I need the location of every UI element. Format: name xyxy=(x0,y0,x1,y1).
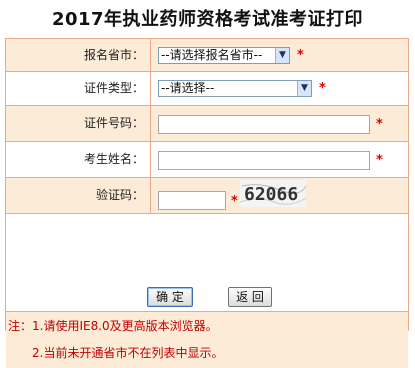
name-label: 考生姓名： xyxy=(6,142,151,177)
page-title: 2017年执业药师资格考试准考证打印 xyxy=(51,9,364,30)
province-row: 报名省市： --请选择报名省市-- ▼ * xyxy=(6,39,408,72)
id-number-input[interactable] xyxy=(158,115,370,134)
id-type-row: 证件类型： --请选择-- ▼ * xyxy=(6,72,408,106)
required-marker: * xyxy=(319,81,326,96)
id-type-label: 证件类型： xyxy=(6,72,151,105)
required-marker: * xyxy=(376,117,383,132)
dropdown-arrow-icon[interactable]: ▼ xyxy=(275,48,289,63)
id-type-select[interactable]: --请选择-- ▼ xyxy=(158,80,312,97)
note-line-1: 注：1.请使用IE8.0及更高版本浏览器。 xyxy=(8,319,218,333)
print-form: 报名省市： --请选择报名省市-- ▼ * 证件类型： --请选择-- ▼ * … xyxy=(5,38,409,368)
name-input[interactable] xyxy=(158,151,370,170)
id-number-label: 证件号码： xyxy=(6,106,151,141)
captcha-input[interactable] xyxy=(158,191,226,210)
required-marker: * xyxy=(231,194,238,209)
captcha-text: 62066 xyxy=(244,184,298,205)
id-number-row: 证件号码： * xyxy=(6,106,408,142)
id-type-select-value: --请选择-- xyxy=(161,81,215,95)
province-select-value: --请选择报名省市-- xyxy=(161,48,263,62)
note-line-2: 2.当前未开通省市不在列表中显示。 xyxy=(32,346,224,360)
captcha-label: 验证码： xyxy=(6,178,151,213)
captcha-row: 验证码： * 62066 xyxy=(6,178,408,214)
required-marker: * xyxy=(297,48,304,63)
province-label: 报名省市： xyxy=(6,39,151,71)
button-area xyxy=(6,214,408,311)
required-marker: * xyxy=(376,153,383,168)
back-button[interactable]: 返 回 xyxy=(228,287,272,307)
captcha-image[interactable]: 62066 xyxy=(240,180,306,207)
notes-area: 注：1.请使用IE8.0及更高版本浏览器。 2.当前未开通省市不在列表中显示。 xyxy=(6,311,408,368)
confirm-button[interactable]: 确 定 xyxy=(147,287,193,307)
dropdown-arrow-icon[interactable]: ▼ xyxy=(297,81,311,96)
name-row: 考生姓名： * xyxy=(6,142,408,178)
province-select[interactable]: --请选择报名省市-- ▼ xyxy=(158,47,290,64)
